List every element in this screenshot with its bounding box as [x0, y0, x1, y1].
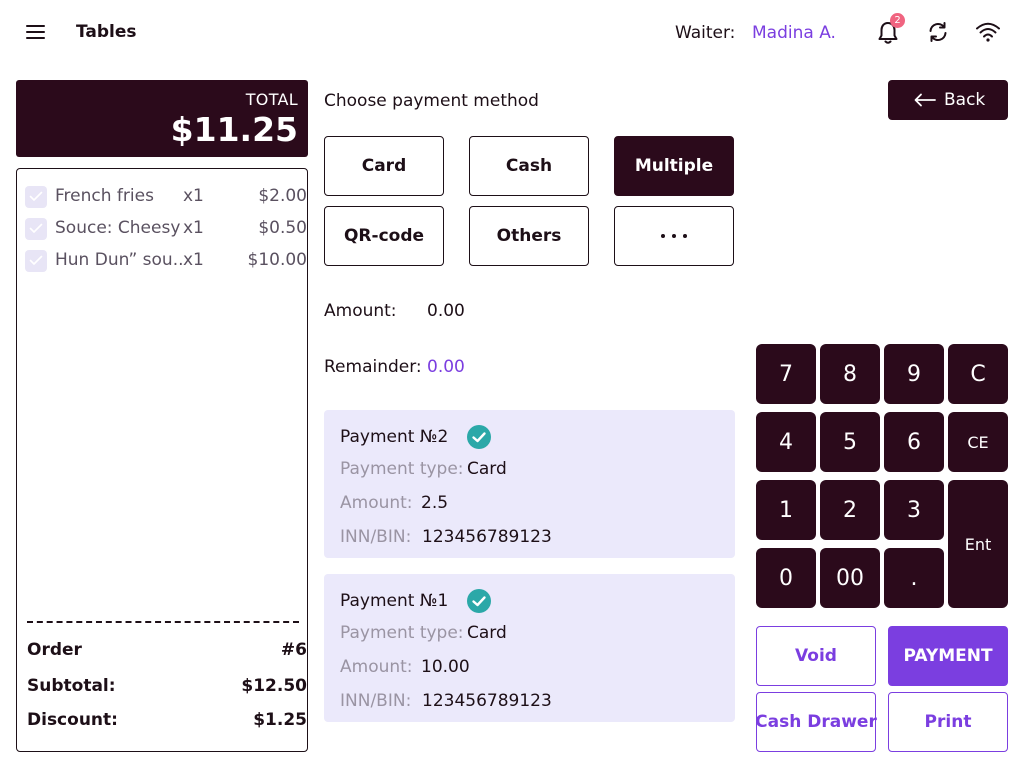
key-5[interactable]: 5	[820, 412, 880, 472]
item-checkbox[interactable]	[25, 218, 47, 240]
item-name: Souce: Cheesy	[55, 218, 181, 238]
key-decimal[interactable]: .	[884, 548, 944, 608]
item-name: French fries	[55, 186, 154, 206]
payment-type-value: Card	[467, 623, 507, 643]
key-8[interactable]: 8	[820, 344, 880, 404]
payment-amount-label: Amount:	[340, 657, 413, 677]
order-label: Order	[27, 640, 82, 660]
key-double-zero[interactable]: 00	[820, 548, 880, 608]
key-clear-entry[interactable]: CE	[948, 412, 1008, 472]
key-1[interactable]: 1	[756, 480, 816, 540]
cash-drawer-button[interactable]: Cash Drawer	[755, 692, 877, 752]
page-title: Tables	[76, 22, 137, 42]
notification-badge: 2	[890, 13, 905, 28]
method-card-button[interactable]: Card	[324, 136, 444, 196]
receipt-item[interactable]: Souce: Cheesy x1 $0.50	[25, 216, 307, 242]
payment-inn-value: 123456789123	[422, 527, 552, 547]
remainder-label: Remainder:	[324, 357, 422, 377]
check-icon	[29, 191, 43, 201]
payment-card[interactable]: Payment №1 Payment type: Card Amount: 10…	[324, 574, 735, 722]
item-checkbox[interactable]	[25, 186, 47, 208]
key-9[interactable]: 9	[884, 344, 944, 404]
check-icon	[29, 223, 43, 233]
key-3[interactable]: 3	[884, 480, 944, 540]
more-methods-button[interactable]	[614, 206, 734, 266]
back-label: Back	[944, 90, 986, 110]
key-2[interactable]: 2	[820, 480, 880, 540]
void-button[interactable]: Void	[756, 626, 876, 686]
amount-label: Amount:	[324, 301, 397, 321]
payment-title: Payment №2	[340, 427, 449, 447]
item-price: $10.00	[247, 250, 307, 270]
subtotal-label: Subtotal:	[27, 676, 116, 696]
method-others-button[interactable]: Others	[469, 206, 589, 266]
payment-button[interactable]: PAYMENT	[888, 626, 1008, 686]
total-label: TOTAL	[245, 90, 298, 109]
receipt-divider	[27, 621, 299, 623]
item-checkbox[interactable]	[25, 250, 47, 272]
payment-inn-value: 123456789123	[422, 691, 552, 711]
check-icon	[29, 255, 43, 265]
discount-label: Discount:	[27, 710, 118, 730]
method-qr-code-button[interactable]: QR-code	[324, 206, 444, 266]
receipt-item[interactable]: Hun Dun” sou.. x1 $10.00	[25, 248, 307, 274]
payment-type-label: Payment type:	[340, 459, 464, 479]
top-bar: Tables Waiter: Madina A. 2	[0, 0, 1024, 66]
total-panel: TOTAL $11.25	[16, 80, 308, 157]
back-button[interactable]: Back	[888, 80, 1008, 120]
order-value: #6	[280, 640, 307, 660]
key-0[interactable]: 0	[756, 548, 816, 608]
payment-card[interactable]: Payment №2 Payment type: Card Amount: 2.…	[324, 410, 735, 558]
payment-type-label: Payment type:	[340, 623, 464, 643]
arrow-left-icon	[914, 93, 936, 107]
sync-icon[interactable]	[926, 20, 950, 44]
payment-amount-value: 10.00	[421, 657, 470, 677]
payment-method-title: Choose payment method	[324, 91, 539, 111]
payment-title: Payment №1	[340, 591, 449, 611]
payment-inn-label: INN/BIN:	[340, 527, 412, 547]
subtotal-value: $12.50	[241, 676, 307, 696]
payment-amount-label: Amount:	[340, 493, 413, 513]
discount-value: $1.25	[253, 710, 307, 730]
payment-type-value: Card	[467, 459, 507, 479]
print-button[interactable]: Print	[888, 692, 1008, 752]
key-clear[interactable]: C	[948, 344, 1008, 404]
item-quantity: x1	[183, 186, 204, 206]
item-name: Hun Dun” sou..	[55, 250, 184, 270]
wifi-icon	[976, 22, 1000, 42]
receipt-item[interactable]: French fries x1 $2.00	[25, 184, 307, 210]
key-4[interactable]: 4	[756, 412, 816, 472]
waiter-name[interactable]: Madina A.	[752, 23, 836, 43]
more-dots-icon	[661, 234, 687, 238]
item-quantity: x1	[183, 250, 204, 270]
total-value: $11.25	[170, 110, 298, 149]
method-cash-button[interactable]: Cash	[469, 136, 589, 196]
item-price: $2.00	[258, 186, 307, 206]
order-receipt: French fries x1 $2.00 Souce: Cheesy x1 $…	[16, 168, 308, 752]
payment-amount-value: 2.5	[421, 493, 449, 513]
hamburger-menu-icon[interactable]	[26, 24, 46, 40]
key-7[interactable]: 7	[756, 344, 816, 404]
payment-inn-label: INN/BIN:	[340, 691, 412, 711]
check-circle-icon	[467, 589, 491, 613]
item-quantity: x1	[183, 218, 204, 238]
key-6[interactable]: 6	[884, 412, 944, 472]
remainder-value: 0.00	[427, 357, 465, 377]
method-multiple-button[interactable]: Multiple	[614, 136, 734, 196]
amount-value: 0.00	[427, 301, 465, 321]
waiter-label: Waiter:	[675, 23, 736, 43]
key-enter[interactable]: Ent	[948, 480, 1008, 608]
item-price: $0.50	[258, 218, 307, 238]
check-circle-icon	[467, 425, 491, 449]
